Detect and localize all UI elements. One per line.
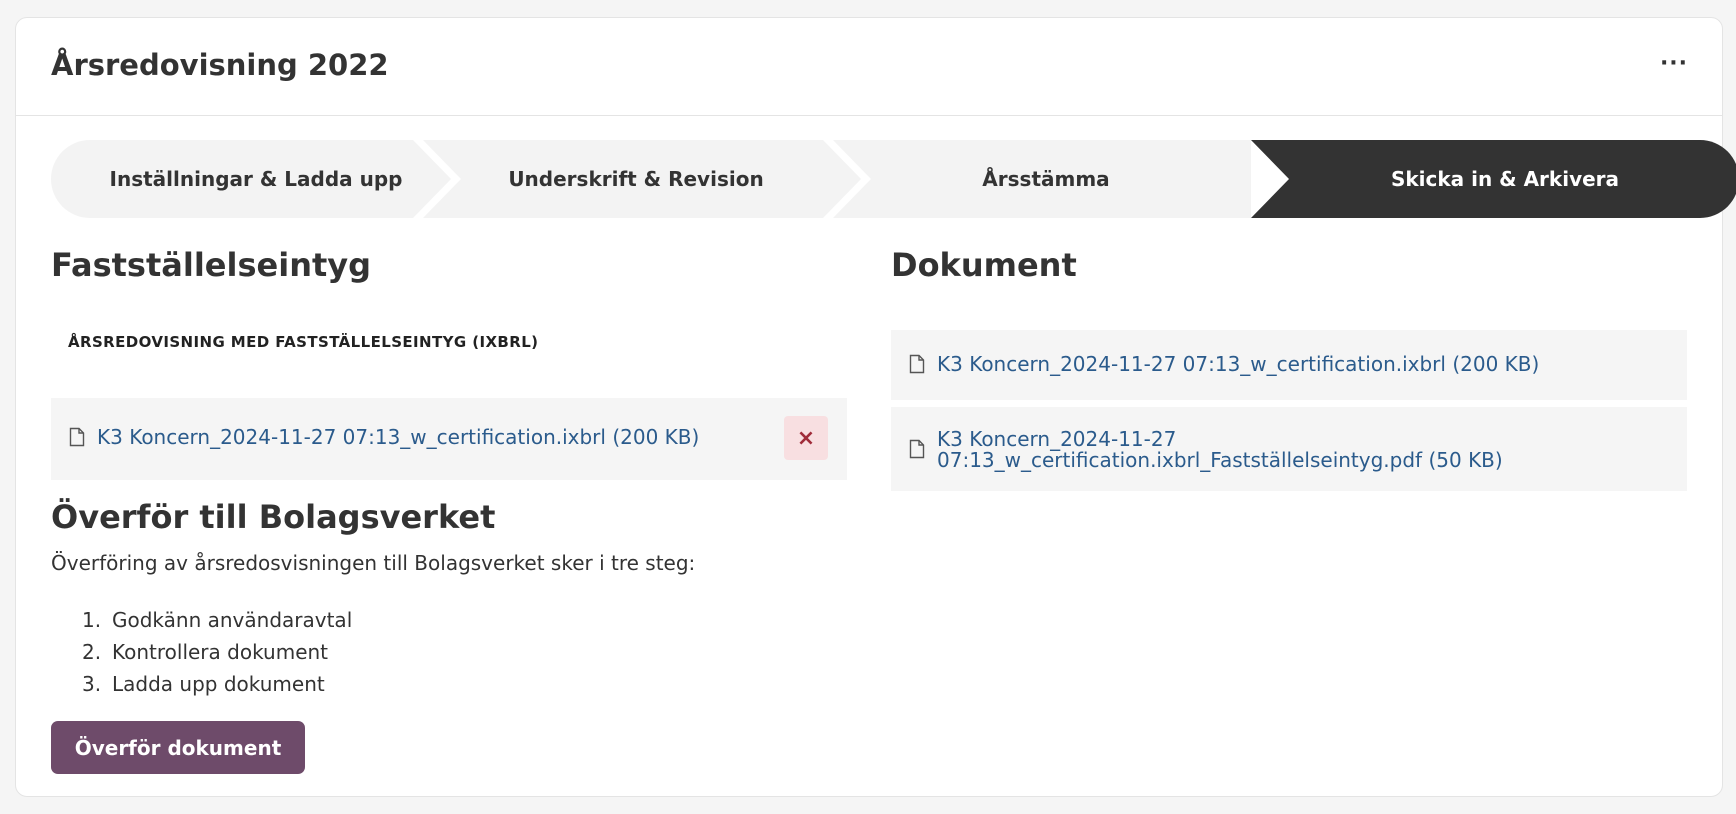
document-link-line: K3 Koncern_2024-11-27 — [937, 427, 1177, 451]
list-number: 1. — [82, 608, 102, 632]
step-settings-upload[interactable]: Inställningar & Ladda upp — [51, 140, 461, 218]
card-header: Årsredovisning 2022 ··· — [16, 18, 1722, 116]
list-item: 2. Kontrollera dokument — [82, 640, 352, 672]
step-label: Underskrift & Revision — [508, 167, 764, 191]
file-icon — [909, 354, 925, 374]
certificate-title: Fastställelseintyg — [51, 246, 372, 284]
file-icon — [909, 439, 925, 459]
transfer-title: Överför till Bolagsverket — [51, 498, 496, 536]
more-options-icon[interactable]: ··· — [1654, 48, 1694, 78]
document-row: K3 Koncern_2024-11-27 07:13_w_certificat… — [891, 407, 1687, 491]
list-item: 3. Ladda upp dokument — [82, 672, 352, 704]
annual-report-card: Årsredovisning 2022 ··· Inställningar & … — [15, 17, 1736, 797]
close-icon: × — [796, 425, 816, 451]
page-title: Årsredovisning 2022 — [51, 48, 389, 82]
list-item: 1. Godkänn användaravtal — [82, 608, 352, 640]
step-separator-icon — [413, 140, 461, 218]
step-submit-archive[interactable]: Skicka in & Arkivera — [1251, 140, 1736, 218]
list-number: 3. — [82, 672, 102, 696]
step-signature-revision[interactable]: Underskrift & Revision — [431, 140, 841, 218]
step-label: Skicka in & Arkivera — [1390, 167, 1620, 191]
certificate-file-row: K3 Koncern_2024-11-27 07:13_w_certificat… — [51, 398, 847, 480]
step-label: Årsstämma — [982, 167, 1110, 191]
certificate-file-link[interactable]: K3 Koncern_2024-11-27 07:13_w_certificat… — [97, 427, 699, 448]
document-link-line: 07:13_w_certification.ixbrl_Fastställels… — [937, 448, 1503, 472]
list-number: 2. — [82, 640, 102, 664]
step-label: Inställningar & Ladda upp — [109, 167, 403, 191]
certificate-subtitle: ÅRSREDOVISNING MED FASTSTÄLLELSEINTYG (I… — [68, 333, 539, 351]
file-icon — [69, 427, 85, 447]
step-annual-meeting[interactable]: Årsstämma — [841, 140, 1251, 218]
transfer-steps-list: 1. Godkänn användaravtal 2. Kontrollera do… — [82, 608, 352, 704]
transfer-documents-button[interactable]: Överför dokument — [51, 721, 305, 774]
documents-title: Dokument — [891, 246, 1077, 284]
list-label: Kontrollera dokument — [112, 640, 329, 664]
document-row: K3 Koncern_2024-11-27 07:13_w_certificat… — [891, 330, 1687, 400]
list-label: Ladda upp dokument — [112, 672, 325, 696]
document-link[interactable]: K3 Koncern_2024-11-27 07:13_w_certificat… — [937, 429, 1503, 471]
remove-file-button[interactable]: × — [784, 416, 828, 460]
document-link[interactable]: K3 Koncern_2024-11-27 07:13_w_certificat… — [937, 354, 1539, 375]
transfer-description: Överföring av årsredosvisningen till Bol… — [51, 551, 696, 575]
step-separator-icon — [823, 140, 871, 218]
list-label: Godkänn användaravtal — [112, 608, 353, 632]
